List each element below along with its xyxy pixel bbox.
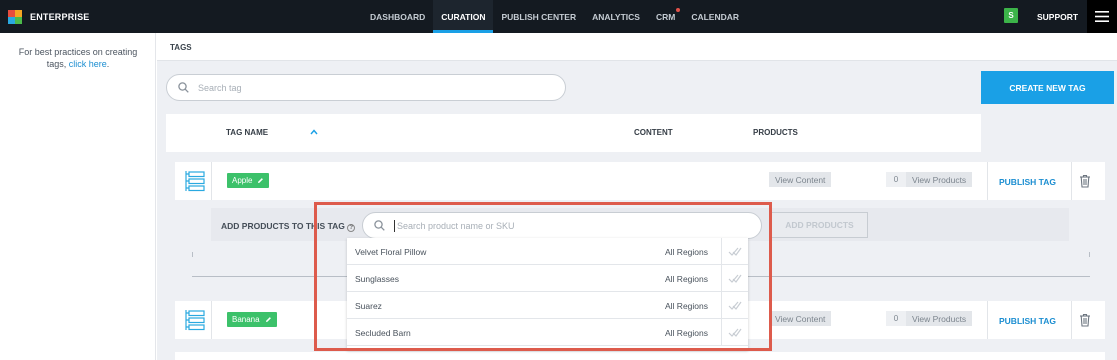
view-content-button[interactable]: View Content xyxy=(769,172,832,187)
col-products: PRODUCTS xyxy=(753,128,798,137)
cell-divider xyxy=(987,162,988,200)
pencil-icon[interactable] xyxy=(257,177,264,184)
view-products-button[interactable]: View Products xyxy=(906,172,973,187)
main-nav: DASHBOARD CURATION PUBLISH CENTER ANALYT… xyxy=(362,0,747,33)
pencil-icon[interactable] xyxy=(265,316,272,323)
nav-publish-center[interactable]: PUBLISH CENTER xyxy=(493,0,584,33)
help-link[interactable]: click here xyxy=(69,59,107,69)
highlight-annotation-box xyxy=(314,202,772,351)
product-count: 0 xyxy=(886,311,906,326)
tag-search-input[interactable]: Search tag xyxy=(166,74,566,101)
col-content: CONTENT xyxy=(634,128,673,137)
breadcrumb-bar: TAGS xyxy=(157,33,1117,61)
support-link[interactable]: SUPPORT xyxy=(1037,0,1078,33)
nav-analytics[interactable]: ANALYTICS xyxy=(584,0,648,33)
nav-dashboard[interactable]: DASHBOARD xyxy=(362,0,433,33)
cell-divider xyxy=(1071,301,1072,339)
tag-pill-banana[interactable]: Banana xyxy=(227,312,277,327)
hamburger-icon xyxy=(1095,11,1109,22)
hamburger-menu-button[interactable] xyxy=(1087,0,1117,33)
brand[interactable]: ENTERPRISE xyxy=(8,0,90,33)
cell-divider xyxy=(211,301,212,339)
trash-icon[interactable] xyxy=(1079,174,1091,188)
trash-icon[interactable] xyxy=(1079,313,1091,327)
divider-tick xyxy=(192,252,193,257)
view-products-button[interactable]: View Products xyxy=(906,311,973,326)
nav-crm-label: CRM xyxy=(655,11,676,22)
cell-divider xyxy=(1071,162,1072,200)
tag-list-icon[interactable] xyxy=(184,309,206,331)
publish-tag-button[interactable]: PUBLISH TAG xyxy=(999,316,1056,326)
tag-name: Banana xyxy=(232,315,260,324)
table-header: TAG NAME CONTENT PRODUCTS xyxy=(166,114,981,152)
left-sidebar xyxy=(0,33,156,360)
breadcrumb: TAGS xyxy=(170,43,192,52)
publish-tag-button[interactable]: PUBLISH TAG xyxy=(999,177,1056,187)
user-avatar[interactable]: S xyxy=(1004,8,1018,23)
search-icon xyxy=(178,82,189,93)
col-tag-name[interactable]: TAG NAME xyxy=(226,128,268,137)
product-count: 0 xyxy=(886,172,906,187)
cell-divider xyxy=(987,301,988,339)
table-row xyxy=(175,352,1105,360)
tag-search-placeholder: Search tag xyxy=(198,83,242,93)
nav-crm[interactable]: CRM xyxy=(648,0,683,33)
tag-pill-apple[interactable]: Apple xyxy=(227,173,270,188)
cell-divider xyxy=(211,162,212,200)
chevron-up-icon[interactable] xyxy=(310,129,318,135)
nav-calendar[interactable]: CALENDAR xyxy=(683,0,747,33)
nav-curation[interactable]: CURATION xyxy=(433,0,494,33)
top-navigation-bar: ENTERPRISE DASHBOARD CURATION PUBLISH CE… xyxy=(0,0,1117,33)
view-content-button[interactable]: View Content xyxy=(769,311,832,326)
logo-icon xyxy=(8,9,22,24)
help-text-end: . xyxy=(106,59,110,69)
help-text: For best practices on creating tags, cli… xyxy=(10,46,146,70)
tag-name: Apple xyxy=(232,176,253,185)
create-new-tag-button[interactable]: CREATE NEW TAG xyxy=(981,71,1114,104)
tag-list-icon[interactable] xyxy=(184,170,206,192)
add-products-button[interactable]: ADD PRODUCTS xyxy=(771,212,868,238)
divider-tick xyxy=(1089,252,1090,257)
notification-dot xyxy=(676,8,681,12)
brand-name: ENTERPRISE xyxy=(30,11,90,22)
